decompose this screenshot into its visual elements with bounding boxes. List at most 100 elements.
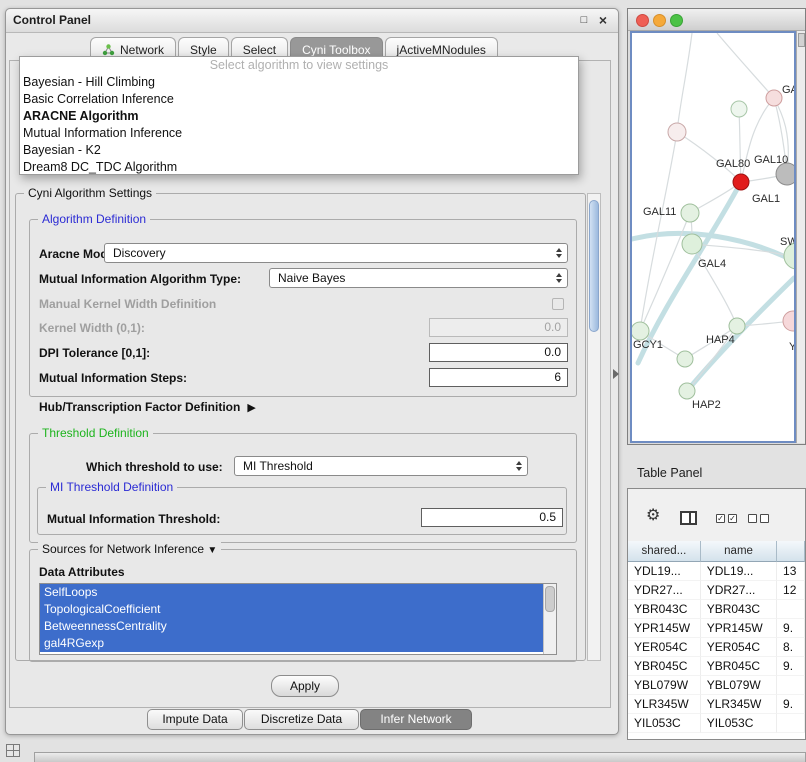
- cell[interactable]: 9.: [777, 619, 805, 638]
- gear-icon[interactable]: ⚙: [646, 507, 660, 525]
- mi-threshold-group-title: MI Threshold Definition: [46, 480, 177, 494]
- cell[interactable]: YER054C: [701, 638, 777, 657]
- cell[interactable]: YDR27...: [628, 581, 701, 600]
- list-scrollbar-thumb[interactable]: [545, 586, 555, 612]
- table-row[interactable]: YBL079W YBL079W: [628, 676, 805, 695]
- cell[interactable]: YDL19...: [628, 562, 701, 581]
- network-scrollbar[interactable]: [796, 31, 806, 443]
- node-label: GAL80: [716, 158, 750, 170]
- column-header[interactable]: [777, 541, 805, 562]
- apply-button[interactable]: Apply: [271, 675, 339, 697]
- network-node[interactable]: [677, 351, 693, 367]
- mi-threshold-field[interactable]: 0.5: [421, 508, 563, 527]
- algorithm-option[interactable]: Basic Correlation Inference: [20, 91, 578, 108]
- algorithm-option[interactable]: Mutual Information Inference: [20, 125, 578, 142]
- network-node[interactable]: [766, 90, 782, 106]
- algorithm-option-selected[interactable]: ARACNE Algorithm: [20, 108, 578, 125]
- cell[interactable]: YDR27...: [701, 581, 777, 600]
- network-nodes: [632, 90, 794, 399]
- cell[interactable]: 9.: [777, 695, 805, 714]
- network-node[interactable]: [681, 204, 699, 222]
- cell[interactable]: YBR043C: [628, 600, 701, 619]
- cell[interactable]: [777, 600, 805, 619]
- settings-scrollbar-thumb[interactable]: [589, 200, 599, 332]
- table-row[interactable]: YBR043C YBR043C: [628, 600, 805, 619]
- settings-scrollbar[interactable]: [587, 193, 601, 661]
- close-traffic-light-icon[interactable]: [636, 14, 649, 27]
- close-window-icon[interactable]: ×: [595, 12, 611, 28]
- mi-steps-field[interactable]: 6: [429, 368, 568, 387]
- network-node[interactable]: [731, 101, 747, 117]
- table-row[interactable]: YDR27... YDR27... 12: [628, 581, 805, 600]
- column-header[interactable]: shared...: [628, 541, 701, 562]
- list-item[interactable]: BetweennessCentrality: [40, 618, 543, 635]
- network-node[interactable]: [668, 123, 686, 141]
- sources-group-title[interactable]: Sources for Network Inference ▼: [38, 542, 221, 556]
- network-node-selected[interactable]: [733, 174, 749, 190]
- table-row[interactable]: YPR145W YPR145W 9.: [628, 619, 805, 638]
- cell[interactable]: YER054C: [628, 638, 701, 657]
- cell[interactable]: YPR145W: [701, 619, 777, 638]
- tab-infer-network[interactable]: Infer Network: [360, 709, 472, 730]
- cell[interactable]: [777, 676, 805, 695]
- kernel-width-field[interactable]: 0.0: [429, 318, 568, 337]
- table-row[interactable]: YER054C YER054C 8.: [628, 638, 805, 657]
- network-node[interactable]: [632, 322, 649, 340]
- list-item[interactable]: gal4RGexp: [40, 635, 543, 652]
- cell[interactable]: YBR045C: [701, 657, 777, 676]
- network-scrollbar-thumb[interactable]: [798, 33, 805, 47]
- network-node[interactable]: [776, 163, 794, 185]
- deselect-all-icon[interactable]: [748, 514, 769, 523]
- algorithm-option[interactable]: Dream8 DC_TDC Algorithm: [20, 159, 578, 176]
- minimize-traffic-light-icon[interactable]: [653, 14, 666, 27]
- control-panel-titlebar[interactable]: Control Panel □ ×: [6, 9, 618, 33]
- cell[interactable]: [777, 714, 805, 733]
- network-node[interactable]: [729, 318, 745, 334]
- list-item[interactable]: TopologicalCoefficient: [40, 601, 543, 618]
- mi-type-combobox[interactable]: Naive Bayes: [269, 268, 568, 288]
- network-node[interactable]: [783, 311, 794, 331]
- algorithm-option[interactable]: Bayesian - K2: [20, 142, 578, 159]
- cell[interactable]: 8.: [777, 638, 805, 657]
- list-scrollbar[interactable]: [543, 584, 556, 654]
- hub-section-toggle[interactable]: Hub/Transcription Factor Definition▶: [39, 400, 256, 414]
- aracne-mode-combobox[interactable]: Discovery: [104, 243, 568, 263]
- table-row[interactable]: YLR345W YLR345W 9.: [628, 695, 805, 714]
- table-row[interactable]: YBR045C YBR045C 9.: [628, 657, 805, 676]
- cell[interactable]: YIL053C: [628, 714, 701, 733]
- cell[interactable]: 12: [777, 581, 805, 600]
- dpi-tolerance-field[interactable]: 0.0: [429, 343, 568, 362]
- float-window-icon[interactable]: □: [576, 12, 592, 28]
- algorithm-option[interactable]: Bayesian - Hill Climbing: [20, 74, 578, 91]
- tab-impute-data[interactable]: Impute Data: [147, 709, 243, 730]
- cell[interactable]: 9.: [777, 657, 805, 676]
- bottom-window-edge: [34, 752, 806, 762]
- manual-kernel-checkbox[interactable]: [552, 298, 564, 310]
- network-window-titlebar[interactable]: [628, 9, 805, 31]
- cell[interactable]: 13: [777, 562, 805, 581]
- restore-panel-icon[interactable]: [6, 744, 20, 757]
- select-all-icon[interactable]: ✓ ✓: [716, 514, 737, 523]
- zoom-traffic-light-icon[interactable]: [670, 14, 683, 27]
- network-canvas[interactable]: GAL GAL80 GAL10 GAL1 GAL11 SWI4 GAL4 GCY…: [630, 31, 796, 443]
- cell[interactable]: YLR345W: [628, 695, 701, 714]
- cell[interactable]: YPR145W: [628, 619, 701, 638]
- threshold-definition-title: Threshold Definition: [38, 426, 153, 440]
- network-node[interactable]: [682, 234, 702, 254]
- cell[interactable]: YBL079W: [701, 676, 777, 695]
- table-row[interactable]: YIL053C YIL053C: [628, 714, 805, 733]
- cell[interactable]: YBR045C: [628, 657, 701, 676]
- panel-splitter-handle[interactable]: [613, 369, 619, 379]
- which-threshold-combobox[interactable]: MI Threshold: [234, 456, 528, 476]
- cell[interactable]: YBR043C: [701, 600, 777, 619]
- cell[interactable]: YIL053C: [701, 714, 777, 733]
- list-item[interactable]: SelfLoops: [40, 584, 543, 601]
- cell[interactable]: YDL19...: [701, 562, 777, 581]
- tab-discretize-data[interactable]: Discretize Data: [244, 709, 359, 730]
- column-header[interactable]: name: [701, 541, 777, 562]
- network-node[interactable]: [679, 383, 695, 399]
- cell[interactable]: YBL079W: [628, 676, 701, 695]
- column-selector-icon[interactable]: [680, 511, 697, 525]
- cell[interactable]: YLR345W: [701, 695, 777, 714]
- table-row[interactable]: YDL19... YDL19... 13: [628, 562, 805, 581]
